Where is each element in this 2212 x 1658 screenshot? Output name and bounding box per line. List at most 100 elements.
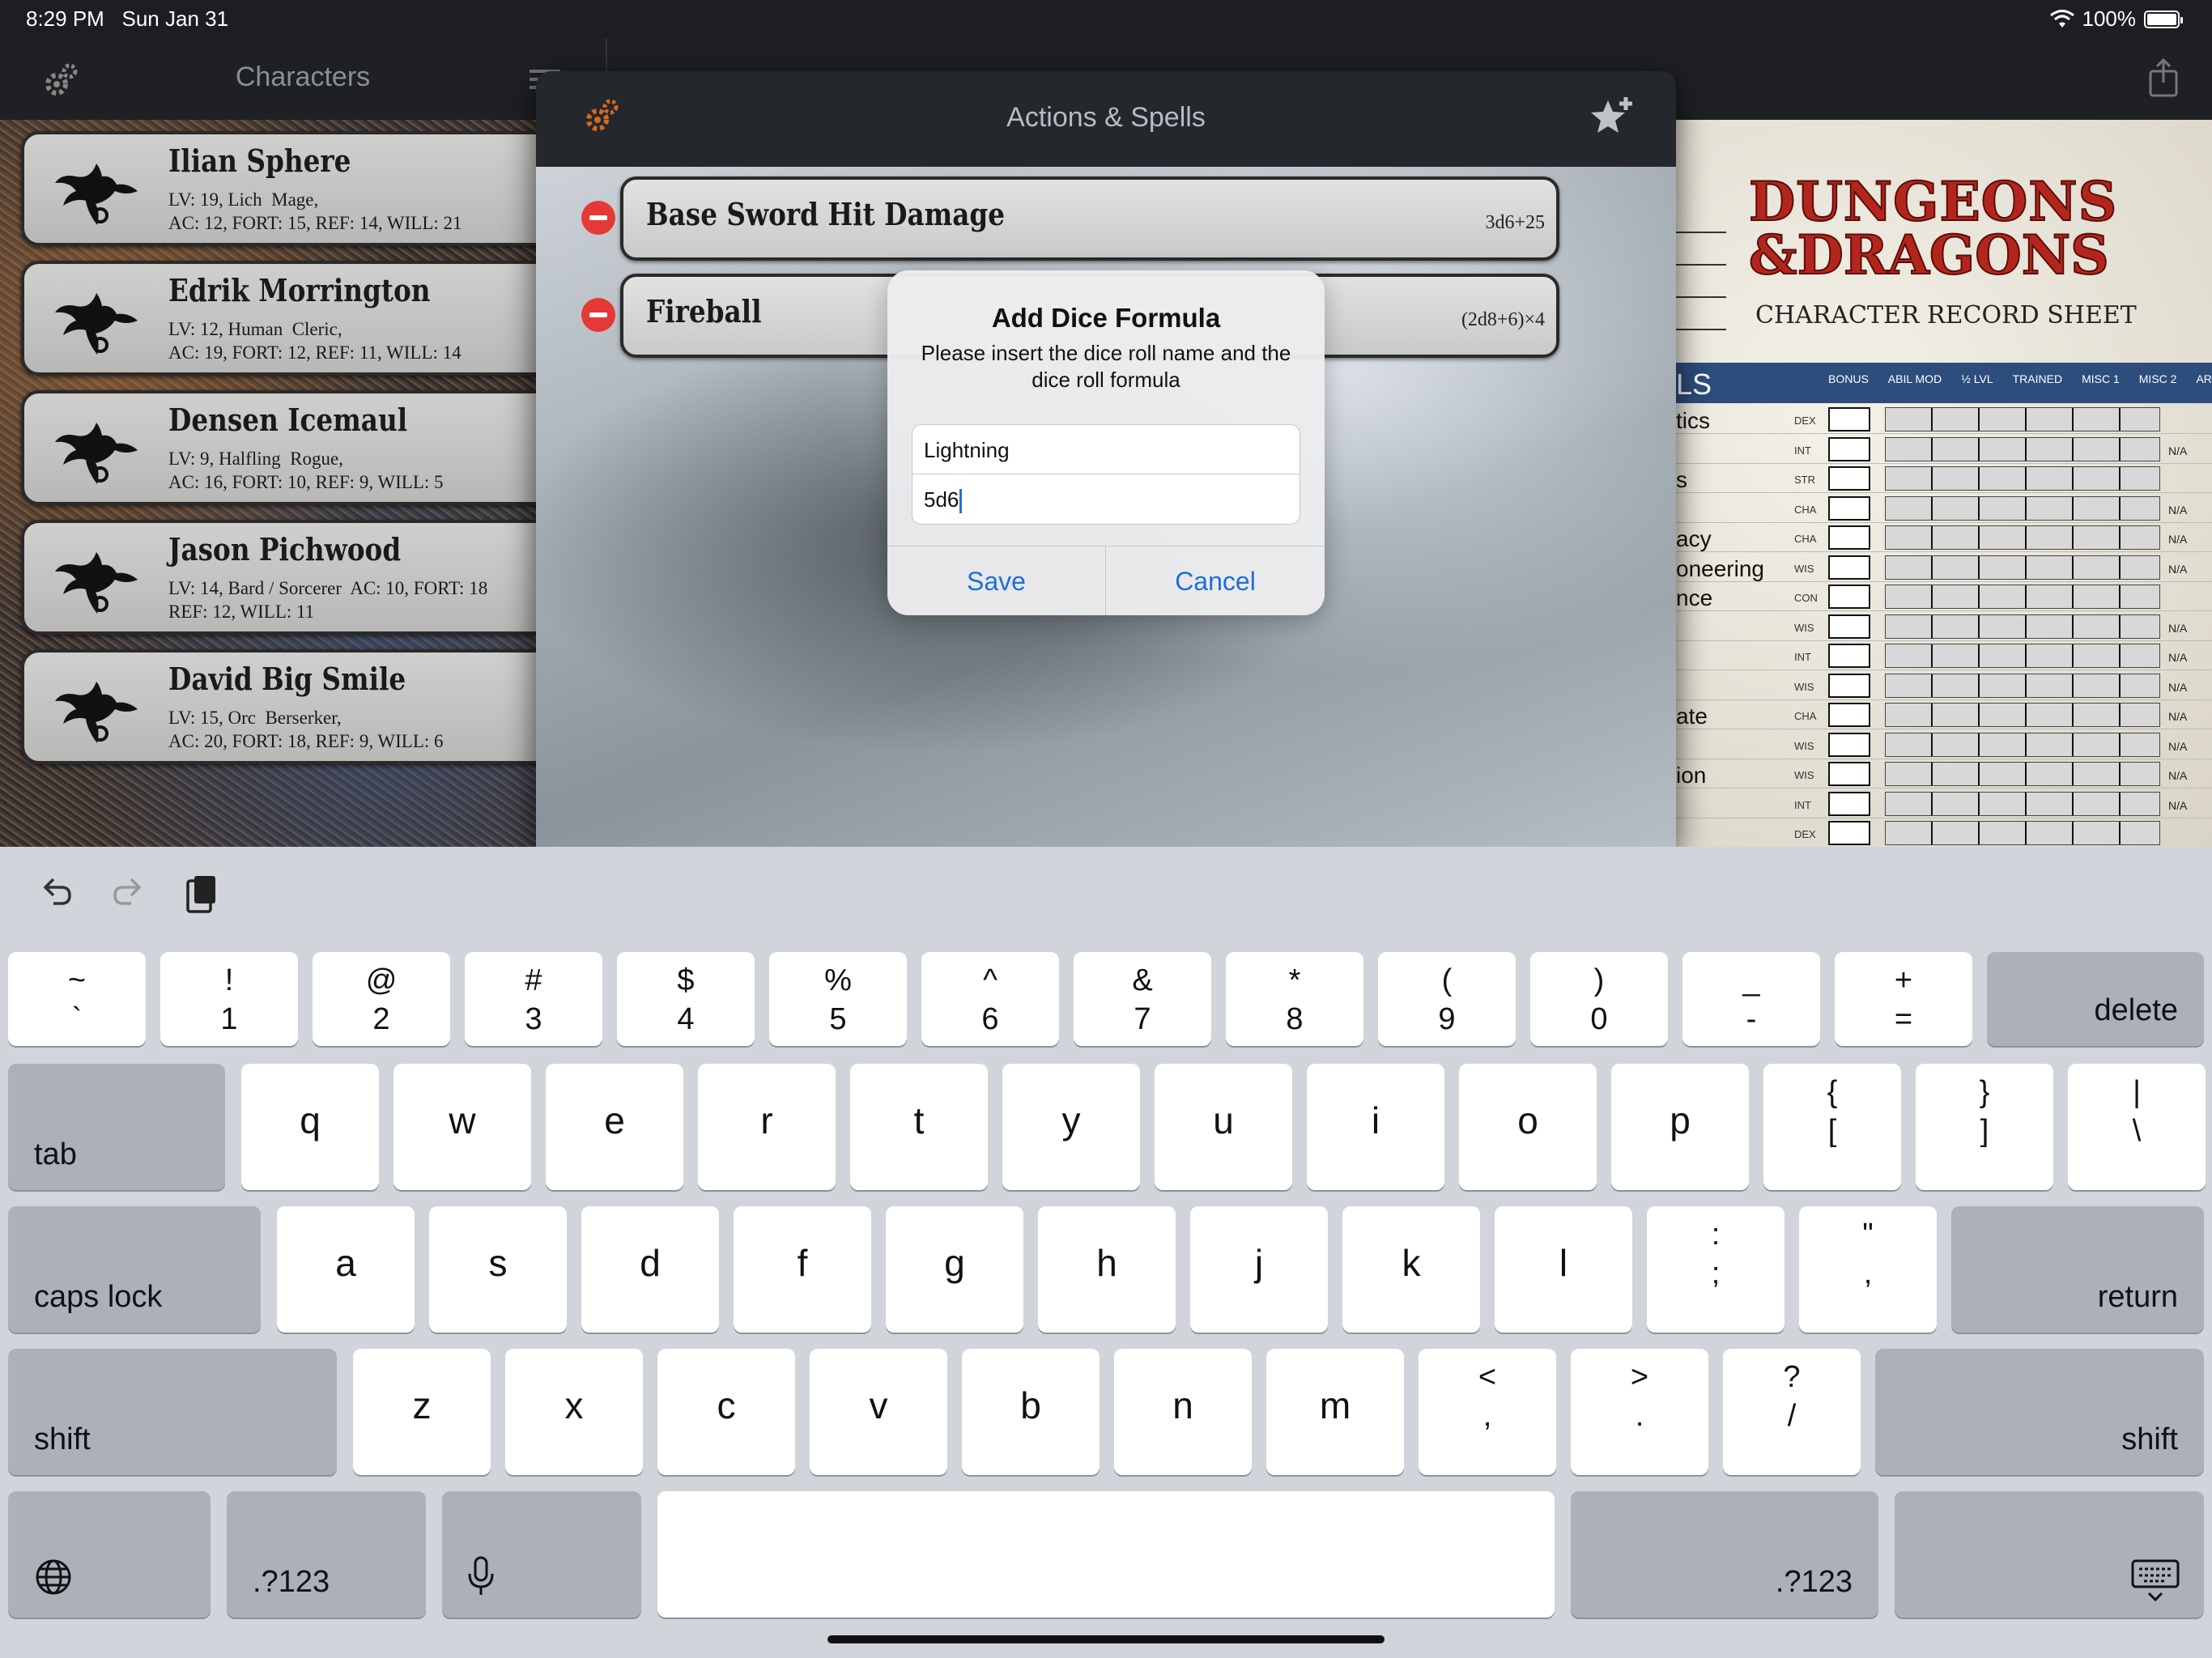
hide-keyboard-key[interactable] [1895,1491,2204,1618]
key[interactable]: * 8 [1226,952,1363,1046]
key[interactable]: ! 1 [160,952,298,1046]
skill-ability: WIS [1794,562,1814,575]
key[interactable]: {[ [1763,1064,1901,1190]
skill-cells [1885,525,2160,550]
globe-key[interactable] [8,1491,211,1618]
key-w[interactable]: w [393,1064,531,1190]
skill-na: N/A [2168,533,2188,546]
popover-header: Actions & Spells [536,71,1676,167]
skill-na: N/A [2168,769,2188,782]
key-s[interactable]: s [429,1206,567,1333]
key[interactable]: ", [1799,1206,1937,1333]
key-q[interactable]: q [241,1064,379,1190]
dictation-key[interactable] [442,1491,641,1618]
shift-right-key[interactable]: shift [1875,1349,2204,1475]
key-f[interactable]: f [734,1206,871,1333]
character-stats: LV: 19, Lich Mage, AC: 12, FORT: 15, REF… [168,189,462,233]
key[interactable]: :; [1647,1206,1784,1333]
key[interactable]: >. [1571,1349,1708,1475]
key[interactable]: % 5 [769,952,907,1046]
numbers-key-right[interactable]: .?123 [1571,1491,1878,1618]
sheet-column-label: MISC 2 [2138,372,2177,385]
skill-na: N/A [2168,680,2188,694]
skill-cells [1885,644,2160,668]
key[interactable]: _ - [1682,952,1820,1046]
skill-ability: DEX [1794,828,1816,840]
key[interactable]: <, [1419,1349,1556,1475]
character-card[interactable]: Edrik Morrington LV: 12, Human Cleric, AC… [21,261,555,376]
character-card[interactable]: David Big Smile LV: 15, Orc Berserker, AC… [21,649,555,764]
key[interactable]: ) 0 [1530,952,1668,1046]
dice-formula-field[interactable]: 5d6 [912,474,1300,525]
key-c[interactable]: c [657,1349,795,1475]
character-name: Edrik Morrington [168,272,431,308]
character-card[interactable]: Jason Pichwood LV: 14, Bard / Sorcerer AC… [21,520,555,635]
key-l[interactable]: l [1495,1206,1632,1333]
battery-percent: 100% [2082,6,2137,31]
key-a[interactable]: a [277,1206,415,1333]
key-e[interactable]: e [546,1064,683,1190]
paste-icon[interactable] [183,873,219,915]
skill-ability: CON [1794,592,1818,604]
key[interactable]: & 7 [1074,952,1211,1046]
key-t[interactable]: t [850,1064,988,1190]
key-d[interactable]: d [581,1206,719,1333]
on-screen-keyboard: ~ `! 1 @2 #3 $4% 5 ^ 6 & 7 * 8(9) 0 _ - + = delete tab q w e r t… [0,847,2212,1658]
action-formula: 3d6+25 [1485,212,1545,233]
key[interactable]: ? / [1723,1349,1861,1475]
skill-cells [1885,614,2160,639]
caps-lock-key[interactable]: caps lock [8,1206,261,1333]
home-indicator[interactable] [827,1635,1385,1643]
key-z[interactable]: z [353,1349,491,1475]
redo-icon[interactable] [110,873,146,908]
key[interactable]: $4 [617,952,755,1046]
tab-key[interactable]: tab [8,1064,225,1190]
cancel-button[interactable]: Cancel [1106,546,1325,615]
delete-action-icon[interactable] [581,201,615,235]
key[interactable]: @2 [313,952,450,1046]
key-h[interactable]: h [1038,1206,1176,1333]
key[interactable]: (9 [1378,952,1516,1046]
skill-cells [1885,732,2160,757]
key-x[interactable]: x [505,1349,643,1475]
key[interactable]: #3 [465,952,602,1046]
key-p[interactable]: p [1611,1064,1749,1190]
numbers-key-left[interactable]: .?123 [227,1491,426,1618]
key[interactable]: ^ 6 [921,952,1059,1046]
key-r[interactable]: r [698,1064,836,1190]
shift-left-key[interactable]: shift [8,1349,337,1475]
key[interactable]: ~ ` [8,952,146,1046]
undo-icon[interactable] [39,873,74,908]
save-button[interactable]: Save [887,546,1106,615]
key[interactable]: | \ [2068,1064,2206,1190]
add-favorite-star-icon[interactable] [1589,96,1634,141]
key-k[interactable]: k [1342,1206,1480,1333]
dice-name-field[interactable]: Lightning [912,424,1300,474]
character-card[interactable]: Densen Icemaul LV: 9, Halfling Rogue, AC:… [21,390,555,505]
key-j[interactable]: j [1190,1206,1328,1333]
return-key[interactable]: return [1951,1206,2204,1333]
key-i[interactable]: i [1307,1064,1444,1190]
key-o[interactable]: o [1459,1064,1597,1190]
delete-key[interactable]: delete [1987,952,2204,1046]
key-u[interactable]: u [1155,1064,1292,1190]
space-bar[interactable] [657,1491,1555,1618]
action-row[interactable]: Base Sword Hit Damage 3d6+25 [620,176,1559,261]
key-b[interactable]: b [962,1349,1100,1475]
key-y[interactable]: y [1002,1064,1140,1190]
delete-action-icon[interactable] [581,298,615,332]
key-n[interactable]: n [1114,1349,1252,1475]
key[interactable]: + = [1835,952,1972,1046]
key-g[interactable]: g [886,1206,1023,1333]
key[interactable]: }] [1916,1064,2053,1190]
character-stats: LV: 12, Human Cleric, AC: 19, FORT: 12, … [168,319,462,363]
key-v[interactable]: v [810,1349,947,1475]
globe-icon [36,1559,71,1595]
action-formula: (2d8+6)×4 [1461,309,1545,330]
character-card[interactable]: Ilian Sphere LV: 19, Lich Mage, AC: 12, F… [21,131,555,246]
key-m[interactable]: m [1266,1349,1404,1475]
skill-label: nce [1676,585,1713,610]
sheet-subtitle: CHARACTER RECORD SHEET [1755,301,2137,329]
skill-cells [1885,466,2160,491]
share-icon[interactable] [2147,57,2180,99]
